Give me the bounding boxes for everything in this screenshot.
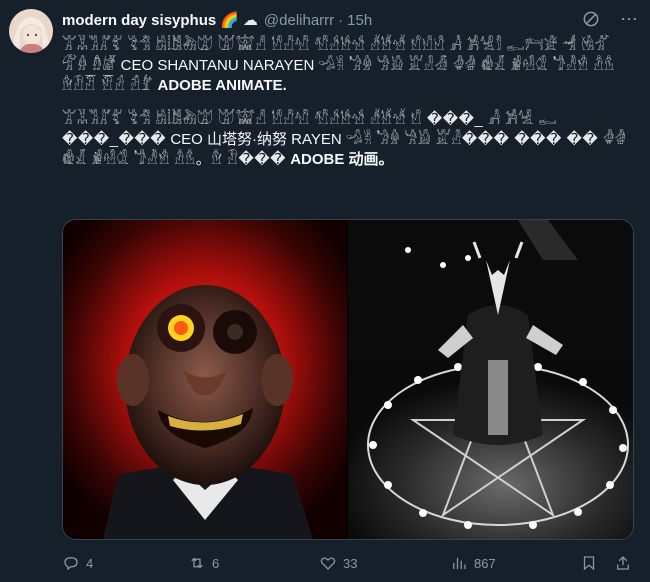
ceo-name-text: CEO 山塔努·纳努 RAYEN <box>170 131 342 148</box>
tweet-action-bar: 4 6 33 867 <box>62 552 632 574</box>
user-handle[interactable]: @deliharrr <box>264 12 334 29</box>
tweet-header: modern day sisyphus 🌈 ☁ @deliharrr · 15h <box>62 10 372 30</box>
media-image-1[interactable] <box>63 220 347 539</box>
share-button[interactable] <box>614 554 632 572</box>
reply-count: 4 <box>86 555 94 571</box>
media-image-2[interactable] <box>348 220 633 539</box>
tweet-paragraph-1: 𓀠𓀡𓀢𓀣𓀤 𓀥𓀦 𓀧𓀨𓀩𓀪 𓀫𓀬𓀭 𓀮𓀯𓀰 𓀱𓀲𓀳𓀴 𓀵𓀶𓀷 𓀸𓀹𓀺 𓀻 𓀼𓀽𓀾… <box>62 36 632 96</box>
reply-icon <box>64 557 78 571</box>
retweet-button[interactable]: 6 <box>188 554 219 572</box>
cloud-emoji: ☁ <box>242 12 258 29</box>
bold-text: ADOBE 动画。 <box>290 151 394 168</box>
reply-button[interactable]: 4 <box>62 554 93 572</box>
share-icon <box>617 556 629 570</box>
retweet-count: 6 <box>212 555 220 571</box>
like-button[interactable]: 33 <box>319 554 357 572</box>
ceo-name-text: CEO SHANTANU NARAYEN <box>120 57 315 74</box>
retweet-icon <box>191 557 203 569</box>
display-name[interactable]: modern day sisyphus <box>62 12 216 29</box>
separator-dot: · <box>338 11 344 29</box>
more-options-icon[interactable] <box>618 8 640 30</box>
avatar[interactable] <box>9 9 53 53</box>
views-chart-icon <box>453 557 466 569</box>
tweet-media <box>62 219 634 540</box>
timestamp[interactable]: 15h <box>347 12 372 29</box>
views-button[interactable]: 867 <box>450 554 496 572</box>
grok-icon[interactable] <box>580 8 602 30</box>
tweet-text: 𓀠𓀡𓀢𓀣𓀤 𓀥𓀦 𓀧𓀨𓀩𓀪 𓀫𓀬𓀭 𓀮𓀯𓀰 𓀱𓀲𓀳𓀴 𓀵𓀶𓀷 𓀸𓀹𓀺 𓀻 𓀼𓀽𓀾… <box>62 36 632 184</box>
rainbow-emoji: 🌈 <box>220 12 239 29</box>
tweet-top-actions <box>580 8 640 30</box>
view-count: 867 <box>474 555 496 571</box>
heart-icon <box>320 557 336 570</box>
bookmark-button[interactable] <box>580 554 598 572</box>
tweet-paragraph-2: 𓀠𓀡𓀢𓀣𓀤 𓀥𓀦 𓀧𓀨𓀩𓀪 𓀫𓀬𓀭 𓀮𓀯𓀰 𓀱𓀲𓀳𓀴 𓀵𓀶𓀷 𓀸 ���_ 𓀻 … <box>62 110 632 170</box>
bookmark-icon <box>583 556 595 571</box>
like-count: 33 <box>343 555 358 571</box>
bold-text: ADOBE ANIMATE. <box>157 77 287 94</box>
tweet-card[interactable]: modern day sisyphus 🌈 ☁ @deliharrr · 15h… <box>0 0 650 582</box>
